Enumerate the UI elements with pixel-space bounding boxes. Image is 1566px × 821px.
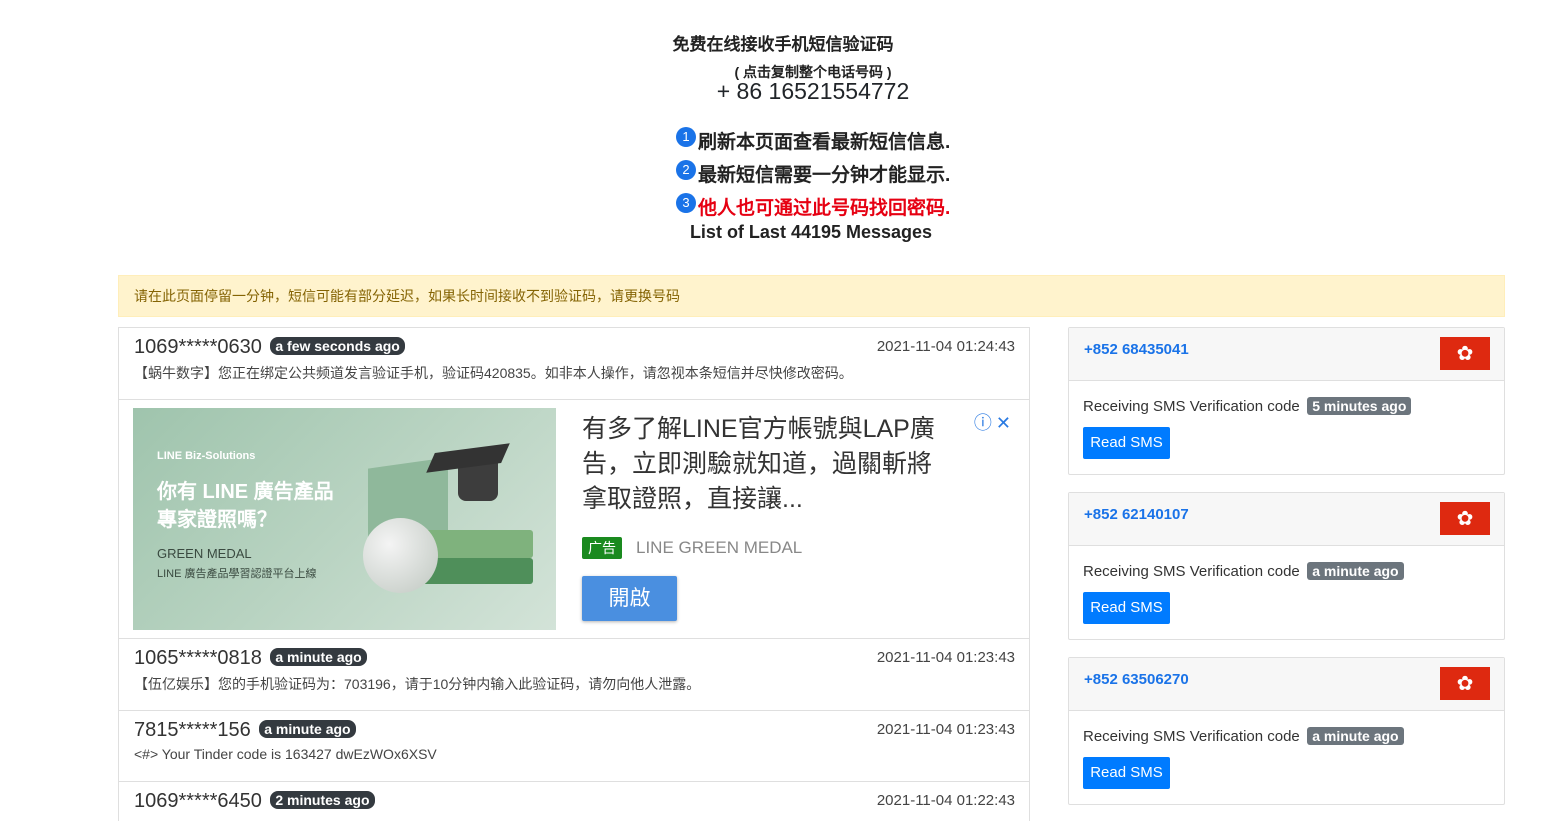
ad-sphere-shape: [363, 518, 438, 593]
message-text: <#> Your Tinder code is 163427 dwEzWOx6X…: [134, 746, 437, 762]
ad-info-close-icon[interactable]: ⓘ✕: [974, 409, 1015, 435]
number-3-icon: 3: [676, 192, 696, 213]
message-sender: 1069*****0630: [134, 336, 262, 358]
message-sender: 1065*****0818: [134, 647, 262, 669]
ad-copy[interactable]: 有多了解LINE官方帳號與LAP廣告，立即測驗就知道，過關斬將拿取證照，直接讓.…: [582, 412, 942, 517]
hong-kong-flag-icon: ✿: [1440, 337, 1490, 370]
time-ago-badge: a minute ago: [1307, 727, 1404, 745]
message-item: 1069*****0630 a few seconds ago 2021-11-…: [118, 327, 1030, 400]
ad-subtitle: LINE 廣告產品學習認證平台上線: [157, 568, 317, 580]
message-sender: 1069*****6450: [134, 790, 262, 812]
message-sender: 7815*****156: [134, 719, 251, 741]
hong-kong-flag-icon: ✿: [1440, 667, 1490, 700]
card-text: Receiving SMS Verification code: [1083, 563, 1300, 580]
message-timestamp: 2021-11-04 01:22:43: [876, 792, 1015, 809]
card-text: Receiving SMS Verification code: [1083, 398, 1300, 415]
card-body: Receiving SMS Verification code 5 minute…: [1069, 381, 1504, 459]
ad-advertiser: LINE GREEN MEDAL: [636, 538, 803, 557]
message-item: 7815*****156 a minute ago 2021-11-04 01:…: [118, 711, 1030, 782]
ad-headline: 你有 LINE 廣告產品 專家證照嗎？: [157, 478, 334, 534]
message-text: 【蜗牛数字】您正在绑定公共频道发言验证手机，验证码420835。如非本人操作，请…: [134, 365, 853, 381]
ad-open-button[interactable]: 開啟: [582, 576, 677, 621]
read-sms-button[interactable]: Read SMS: [1083, 592, 1170, 624]
time-ago-badge: a minute ago: [270, 648, 367, 666]
note-item-warning: 3 他人也可通过此号码找回密码.: [676, 190, 950, 223]
time-ago-badge: a few seconds ago: [270, 337, 405, 355]
card-body: Receiving SMS Verification code a minute…: [1069, 546, 1504, 624]
card-phone-link[interactable]: +852 63506270: [1084, 671, 1189, 688]
ad-headline-line: 專家證照嗎？: [157, 509, 277, 531]
number-2-icon: 2: [676, 159, 696, 180]
ad-tag-row: 广告 LINE GREEN MEDAL: [582, 537, 802, 559]
page-title: 免费在线接收手机短信验证码: [672, 35, 894, 54]
card-header: +852 62140107 ✿: [1069, 493, 1504, 546]
note-item: 2 最新短信需要一分钟才能显示.: [676, 157, 950, 190]
ad-image[interactable]: LINE Biz-Solutions 你有 LINE 廣告產品 專家證照嗎？ G…: [133, 408, 556, 630]
message-item: 1069*****6450 2 minutes ago 2021-11-04 0…: [118, 782, 1030, 821]
message-item: 1065*****0818 a minute ago 2021-11-04 01…: [118, 639, 1030, 711]
message-text: [134, 817, 1015, 821]
number-card: +852 62140107 ✿ Receiving SMS Verificati…: [1068, 492, 1505, 640]
ad-cap-shape: [458, 463, 498, 501]
time-ago-badge: a minute ago: [259, 720, 356, 738]
number-card: +852 68435041 ✿ Receiving SMS Verificati…: [1068, 327, 1505, 475]
number-card: +852 63506270 ✿ Receiving SMS Verificati…: [1068, 657, 1505, 805]
note-item: 1 刷新本页面查看最新短信信息.: [676, 124, 950, 157]
ad-headline-line: 你有 LINE 廣告產品: [157, 481, 334, 503]
phone-number[interactable]: + 86 16521554772: [0, 78, 1566, 105]
warning-alert: 请在此页面停留一分钟，短信可能有部分延迟，如果长时间接收不到验证码，请更换号码: [118, 275, 1505, 317]
message-list: 1069*****0630 a few seconds ago 2021-11-…: [118, 327, 1030, 821]
ad-subtitle: GREEN MEDAL: [157, 546, 252, 561]
card-phone-link[interactable]: +852 68435041: [1084, 341, 1189, 358]
sidebar-number-list: +852 68435041 ✿ Receiving SMS Verificati…: [1068, 327, 1505, 821]
card-header: +852 68435041 ✿: [1069, 328, 1504, 381]
card-text: Receiving SMS Verification code: [1083, 728, 1300, 745]
note-text: 最新短信需要一分钟才能显示.: [698, 165, 951, 186]
time-ago-badge: 5 minutes ago: [1307, 397, 1412, 415]
card-body: Receiving SMS Verification code a minute…: [1069, 711, 1504, 789]
read-sms-button[interactable]: Read SMS: [1083, 757, 1170, 789]
message-timestamp: 2021-11-04 01:24:43: [876, 338, 1015, 355]
advertisement[interactable]: LINE Biz-Solutions 你有 LINE 廣告產品 專家證照嗎？ G…: [118, 400, 1030, 639]
card-header: +852 63506270 ✿: [1069, 658, 1504, 711]
ad-brand: LINE Biz-Solutions: [157, 450, 256, 462]
message-count: List of Last 44195 Messages: [689, 222, 933, 242]
message-text: 【伍亿娱乐】您的手机验证码为：703196，请于10分钟内输入此验证码，请勿向他…: [134, 676, 701, 692]
note-text: 他人也可通过此号码找回密码.: [698, 198, 951, 219]
note-text: 刷新本页面查看最新短信信息.: [698, 132, 951, 153]
ad-label-badge: 广告: [582, 537, 622, 559]
card-phone-link[interactable]: +852 62140107: [1084, 506, 1189, 523]
number-1-icon: 1: [676, 126, 696, 147]
read-sms-button[interactable]: Read SMS: [1083, 427, 1170, 459]
time-ago-badge: a minute ago: [1307, 562, 1404, 580]
message-timestamp: 2021-11-04 01:23:43: [876, 649, 1015, 666]
notes-list: 1 刷新本页面查看最新短信信息. 2 最新短信需要一分钟才能显示. 3 他人也可…: [676, 124, 950, 223]
hong-kong-flag-icon: ✿: [1440, 502, 1490, 535]
time-ago-badge: 2 minutes ago: [270, 791, 375, 809]
message-timestamp: 2021-11-04 01:23:43: [876, 721, 1015, 738]
